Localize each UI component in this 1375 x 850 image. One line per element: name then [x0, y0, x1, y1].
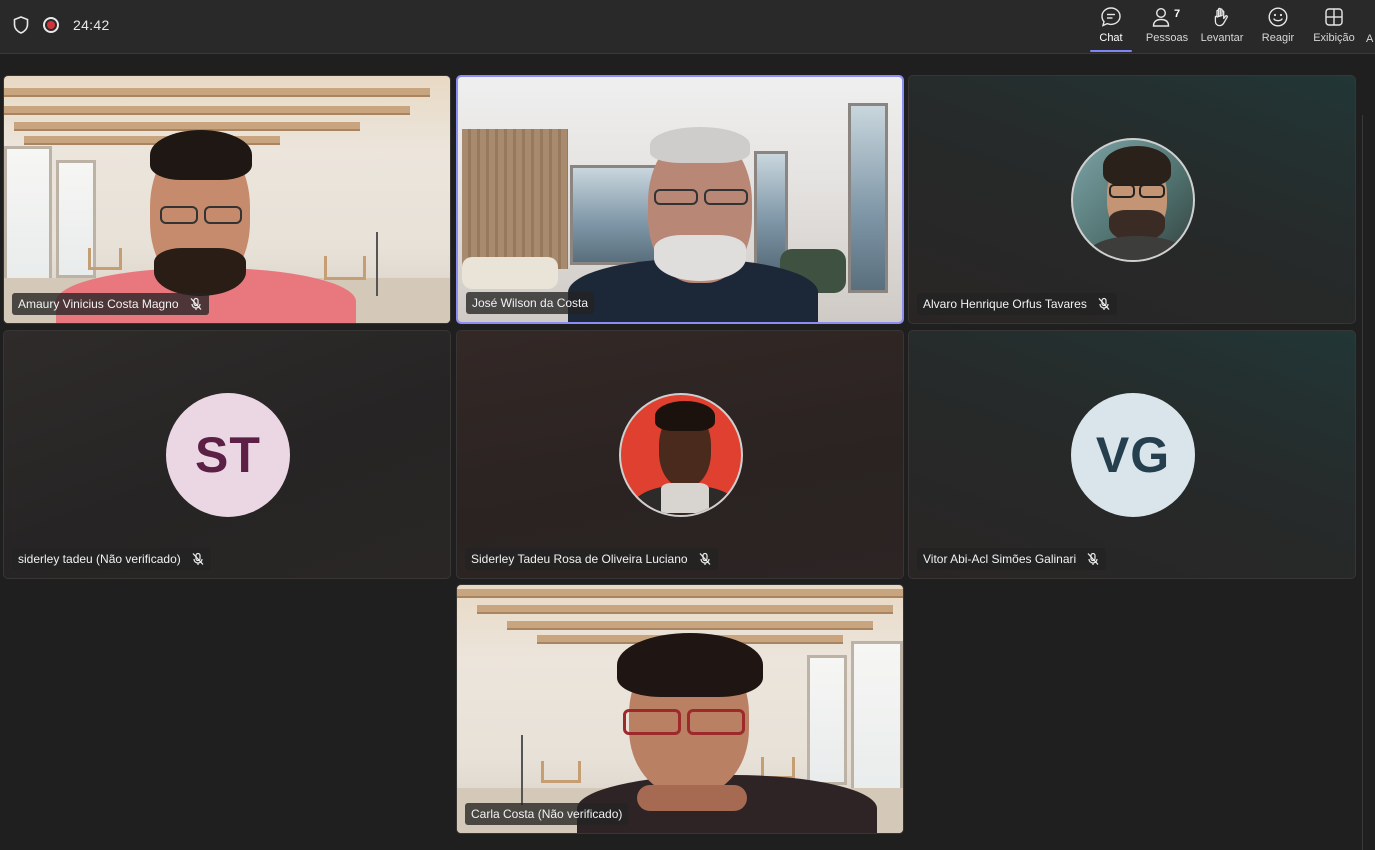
people-count-badge: 7: [1174, 8, 1181, 20]
muted-mic-icon: [192, 552, 204, 565]
participant-avatar: [1071, 138, 1195, 262]
muted-mic-icon: [190, 297, 202, 310]
raise-hand-icon: [1214, 7, 1228, 27]
react-label: Reagir: [1261, 32, 1295, 44]
recording-indicator-icon[interactable]: [43, 17, 59, 33]
view-label: Exibição: [1313, 32, 1355, 44]
participant-tile[interactable]: Carla Costa (Não verificado): [456, 584, 904, 834]
participant-name: siderley tadeu (Não verificado): [18, 552, 181, 566]
panel-divider: [1362, 115, 1363, 850]
participant-name: Siderley Tadeu Rosa de Oliveira Luciano: [471, 552, 688, 566]
chat-label: Chat: [1099, 32, 1123, 44]
participant-tile[interactable]: Alvaro Henrique Orfus Tavares: [908, 75, 1356, 324]
participant-name-label: Amaury Vinicius Costa Magno: [12, 293, 209, 315]
emoji-icon: [1268, 7, 1288, 27]
more-actions-label[interactable]: A: [1366, 33, 1373, 45]
meeting-top-bar: 24:42 Chat 7 Pessoas Levantar Reagir Exi…: [0, 0, 1375, 54]
muted-mic-icon: [1098, 297, 1110, 310]
participant-initials-avatar: VG: [1071, 393, 1195, 517]
participant-name: Amaury Vinicius Costa Magno: [18, 297, 179, 311]
chat-button[interactable]: Chat: [1090, 6, 1132, 52]
participant-avatar: [619, 393, 743, 517]
participant-name: José Wilson da Costa: [472, 296, 589, 310]
muted-mic-icon: [1087, 552, 1099, 565]
participant-name: Alvaro Henrique Orfus Tavares: [923, 297, 1087, 311]
participant-tile[interactable]: Siderley Tadeu Rosa de Oliveira Luciano: [456, 330, 904, 579]
participant-initials-avatar: ST: [166, 393, 290, 517]
people-button[interactable]: 7 Pessoas: [1145, 6, 1189, 50]
participant-tile[interactable]: Amaury Vinicius Costa Magno: [3, 75, 451, 324]
grid-view-icon: [1325, 8, 1343, 26]
participant-name-label: José Wilson da Costa: [466, 292, 595, 314]
raise-hand-button[interactable]: Levantar: [1199, 6, 1245, 50]
participant-name-label: Carla Costa (Não verificado): [465, 803, 629, 825]
participant-name: Carla Costa (Não verificado): [471, 807, 623, 821]
participant-name-label: Alvaro Henrique Orfus Tavares: [917, 293, 1117, 315]
participant-name-label: Siderley Tadeu Rosa de Oliveira Luciano: [465, 548, 718, 570]
call-timer: 24:42: [73, 17, 110, 33]
chat-icon: [1101, 7, 1121, 27]
people-label: Pessoas: [1145, 32, 1189, 44]
view-button[interactable]: Exibição: [1312, 6, 1356, 50]
people-icon: [1152, 7, 1170, 27]
participant-tile[interactable]: ST siderley tadeu (Não verificado): [3, 330, 451, 579]
raise-hand-label: Levantar: [1200, 32, 1244, 44]
participant-name-label: siderley tadeu (Não verificado): [12, 548, 211, 570]
shield-icon[interactable]: [13, 16, 29, 34]
react-button[interactable]: Reagir: [1260, 6, 1296, 50]
muted-mic-icon: [699, 552, 711, 565]
participant-name: Vitor Abi-Acl Simões Galinari: [923, 552, 1077, 566]
participant-tile[interactable]: VG Vitor Abi-Acl Simões Galinari: [908, 330, 1356, 579]
participant-name-label: Vitor Abi-Acl Simões Galinari: [917, 548, 1107, 570]
participant-tile-active-speaker[interactable]: José Wilson da Costa: [456, 75, 904, 324]
